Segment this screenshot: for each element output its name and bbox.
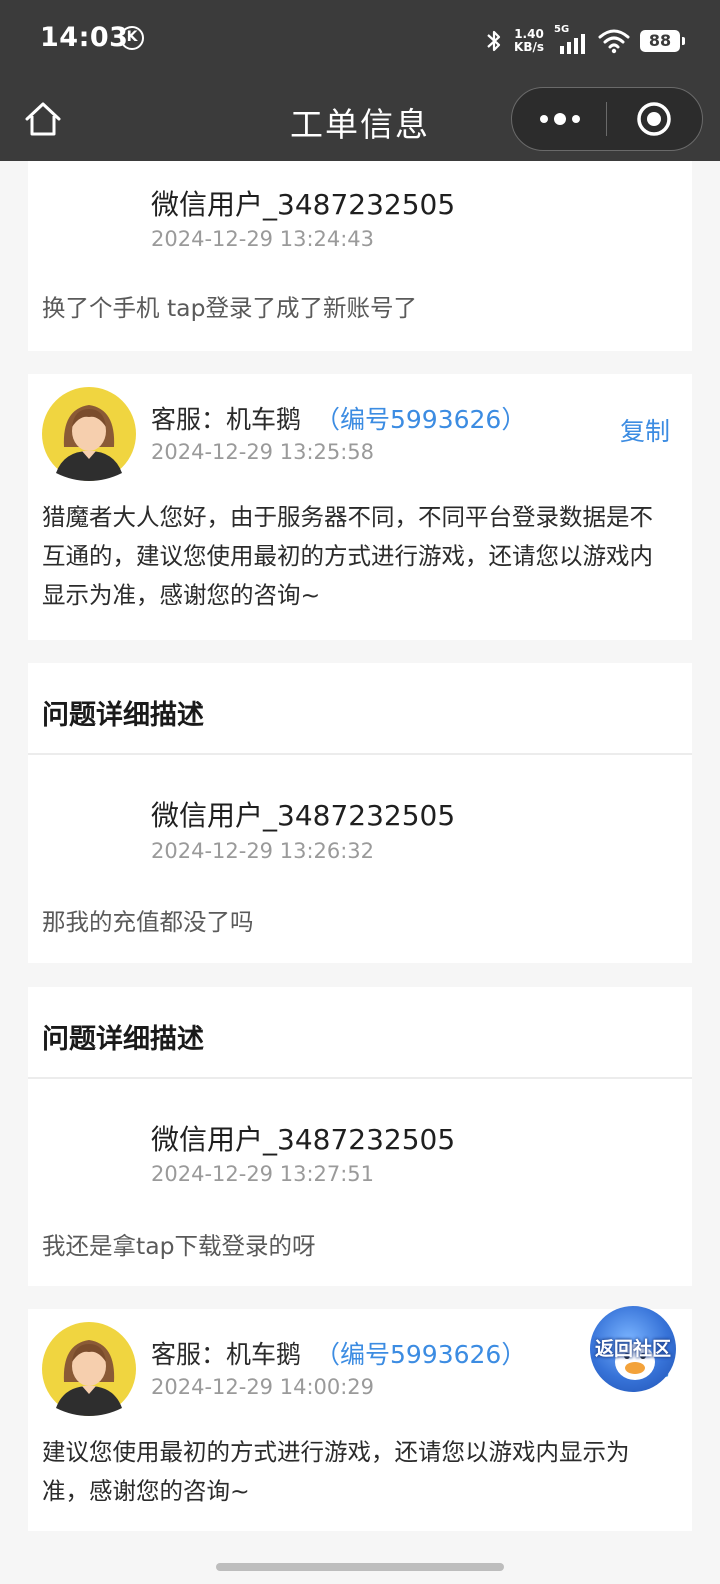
message-time: 2024-12-29 13:25:58 bbox=[151, 440, 375, 464]
message-card: 问题详细描述 微信用户_3487232505 2024-12-29 13:27:… bbox=[28, 987, 692, 1286]
divider bbox=[28, 753, 692, 755]
capsule-menu bbox=[511, 87, 703, 151]
capsule-divider bbox=[606, 102, 607, 136]
bluetooth-icon bbox=[487, 30, 501, 52]
divider bbox=[28, 1077, 692, 1079]
section-title: 问题详细描述 bbox=[42, 700, 204, 731]
staff-id: （编号5993626） bbox=[315, 405, 527, 434]
net-speed: 1.40 KB/s bbox=[514, 28, 544, 54]
staff-id: （编号5993626） bbox=[315, 1340, 527, 1369]
carrier-k-icon: K bbox=[120, 26, 144, 50]
user-name: 微信用户_3487232505 bbox=[151, 799, 456, 832]
message-time: 2024-12-29 13:26:32 bbox=[151, 839, 375, 863]
target-icon[interactable] bbox=[636, 101, 672, 137]
user-name: 微信用户_3487232505 bbox=[151, 188, 456, 221]
home-indicator[interactable] bbox=[216, 1563, 504, 1571]
more-dots-icon[interactable] bbox=[536, 108, 584, 130]
wifi-icon bbox=[598, 29, 630, 54]
status-icons: 1.40 KB/s 5G 88 bbox=[484, 24, 685, 58]
staff-avatar bbox=[42, 387, 136, 481]
message-text: 换了个手机 tap登录了成了新账号了 bbox=[42, 294, 418, 322]
message-text: 猎魔者大人您好，由于服务器不同，不同平台登录数据是不互通的，建议您使用最初的方式… bbox=[42, 503, 653, 609]
net-speed-unit: KB/s bbox=[514, 40, 544, 54]
copy-button[interactable]: 复制 bbox=[620, 412, 670, 448]
back-to-community-label: 返回社区 bbox=[594, 1338, 671, 1360]
staff-name: 客服：机车鹅 bbox=[151, 405, 302, 434]
message-text: 建议您使用最初的方式进行游戏，还请您以游戏内显示为准，感谢您的咨询~ bbox=[42, 1438, 630, 1505]
message-card: 客服：机车鹅 （编号5993626） 复制 2024-12-29 13:25:5… bbox=[28, 374, 692, 640]
nav-bar: 工单信息 bbox=[0, 80, 720, 161]
staff-name: 客服：机车鹅 bbox=[151, 1340, 302, 1369]
message-time: 2024-12-29 13:27:51 bbox=[151, 1162, 375, 1186]
battery-icon: 88 bbox=[640, 30, 685, 52]
message-text: 那我的充值都没了吗 bbox=[42, 908, 254, 936]
signal-icon: 5G bbox=[554, 24, 588, 56]
message-time: 2024-12-29 14:00:29 bbox=[151, 1375, 375, 1399]
section-title: 问题详细描述 bbox=[42, 1024, 204, 1055]
status-time: 14:03 bbox=[40, 22, 129, 53]
staff-avatar bbox=[42, 1322, 136, 1416]
message-card: 微信用户_3487232505 2024-12-29 13:24:43 换了个手… bbox=[28, 161, 692, 351]
status-bar: 14:03 K 1.40 KB/s 5G 88 bbox=[0, 0, 720, 80]
user-name: 微信用户_3487232505 bbox=[151, 1123, 456, 1156]
message-card: 问题详细描述 微信用户_3487232505 2024-12-29 13:26:… bbox=[28, 663, 692, 963]
message-text: 我还是拿tap下载登录的呀 bbox=[42, 1232, 316, 1260]
message-time: 2024-12-29 13:24:43 bbox=[151, 227, 375, 251]
back-to-community-button[interactable]: 返回社区 bbox=[590, 1306, 676, 1392]
